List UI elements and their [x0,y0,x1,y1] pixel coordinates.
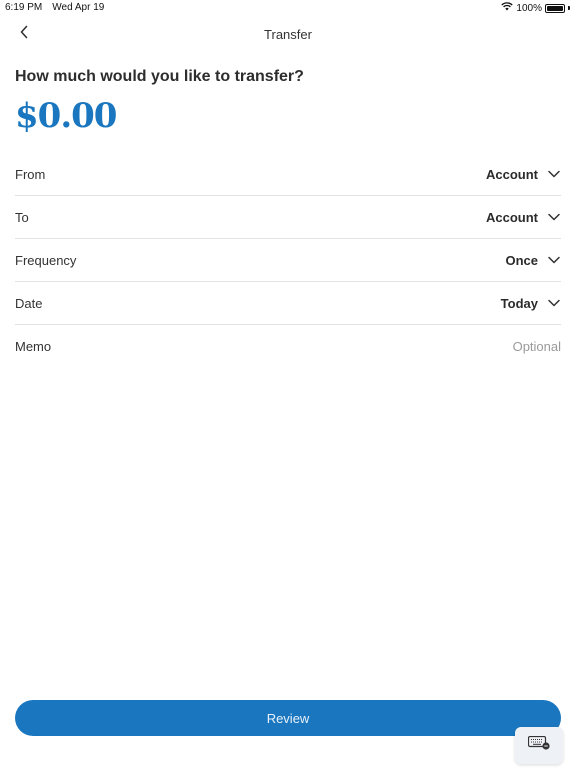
status-right: 100% [501,2,570,14]
status-left: 6:19 PM Wed Apr 19 [5,2,104,13]
from-label: From [15,166,46,182]
memo-label: Memo [15,339,52,354]
battery-percent: 100% [516,2,542,14]
memo-row[interactable]: Memo [15,325,561,368]
to-select[interactable]: Account [486,210,561,225]
chevron-down-icon [547,253,561,267]
battery-nub [568,6,570,10]
from-value: Account [486,166,538,182]
to-row[interactable]: To Account [15,196,561,239]
frequency-select[interactable]: Once [505,253,561,268]
nav-bar: Transfer [0,20,576,48]
date-select[interactable]: Today [501,296,561,311]
to-label: To [15,209,29,225]
status-time: 6:19 PM [5,2,43,13]
chevron-down-icon [547,296,561,310]
amount-question: How much would you like to transfer? [15,68,304,85]
status-bar: 6:19 PM Wed Apr 19 100% [0,0,576,16]
status-date: Wed Apr 19 [52,2,105,13]
keyboard-dismiss-button[interactable] [515,727,563,764]
frequency-row[interactable]: Frequency Once [15,239,561,282]
memo-input[interactable] [361,339,561,354]
keyboard-dismiss-icon [527,735,550,755]
date-label: Date [15,295,43,311]
frequency-label: Frequency [15,252,77,268]
date-row[interactable]: Date Today [15,282,561,325]
wifi-icon [501,2,514,14]
review-button[interactable]: Review [15,700,561,736]
from-row[interactable]: From Account [15,153,561,196]
amount-display[interactable]: $0.00 [15,96,117,136]
chevron-down-icon [547,167,561,181]
to-value: Account [486,209,538,225]
from-select[interactable]: Account [486,167,561,182]
page-title: Transfer [264,27,312,42]
date-value: Today [500,295,538,311]
battery-icon [545,3,565,13]
chevron-down-icon [547,210,561,224]
frequency-value: Once [505,252,538,268]
transfer-form: From Account To Account Frequency Once D… [15,153,561,368]
